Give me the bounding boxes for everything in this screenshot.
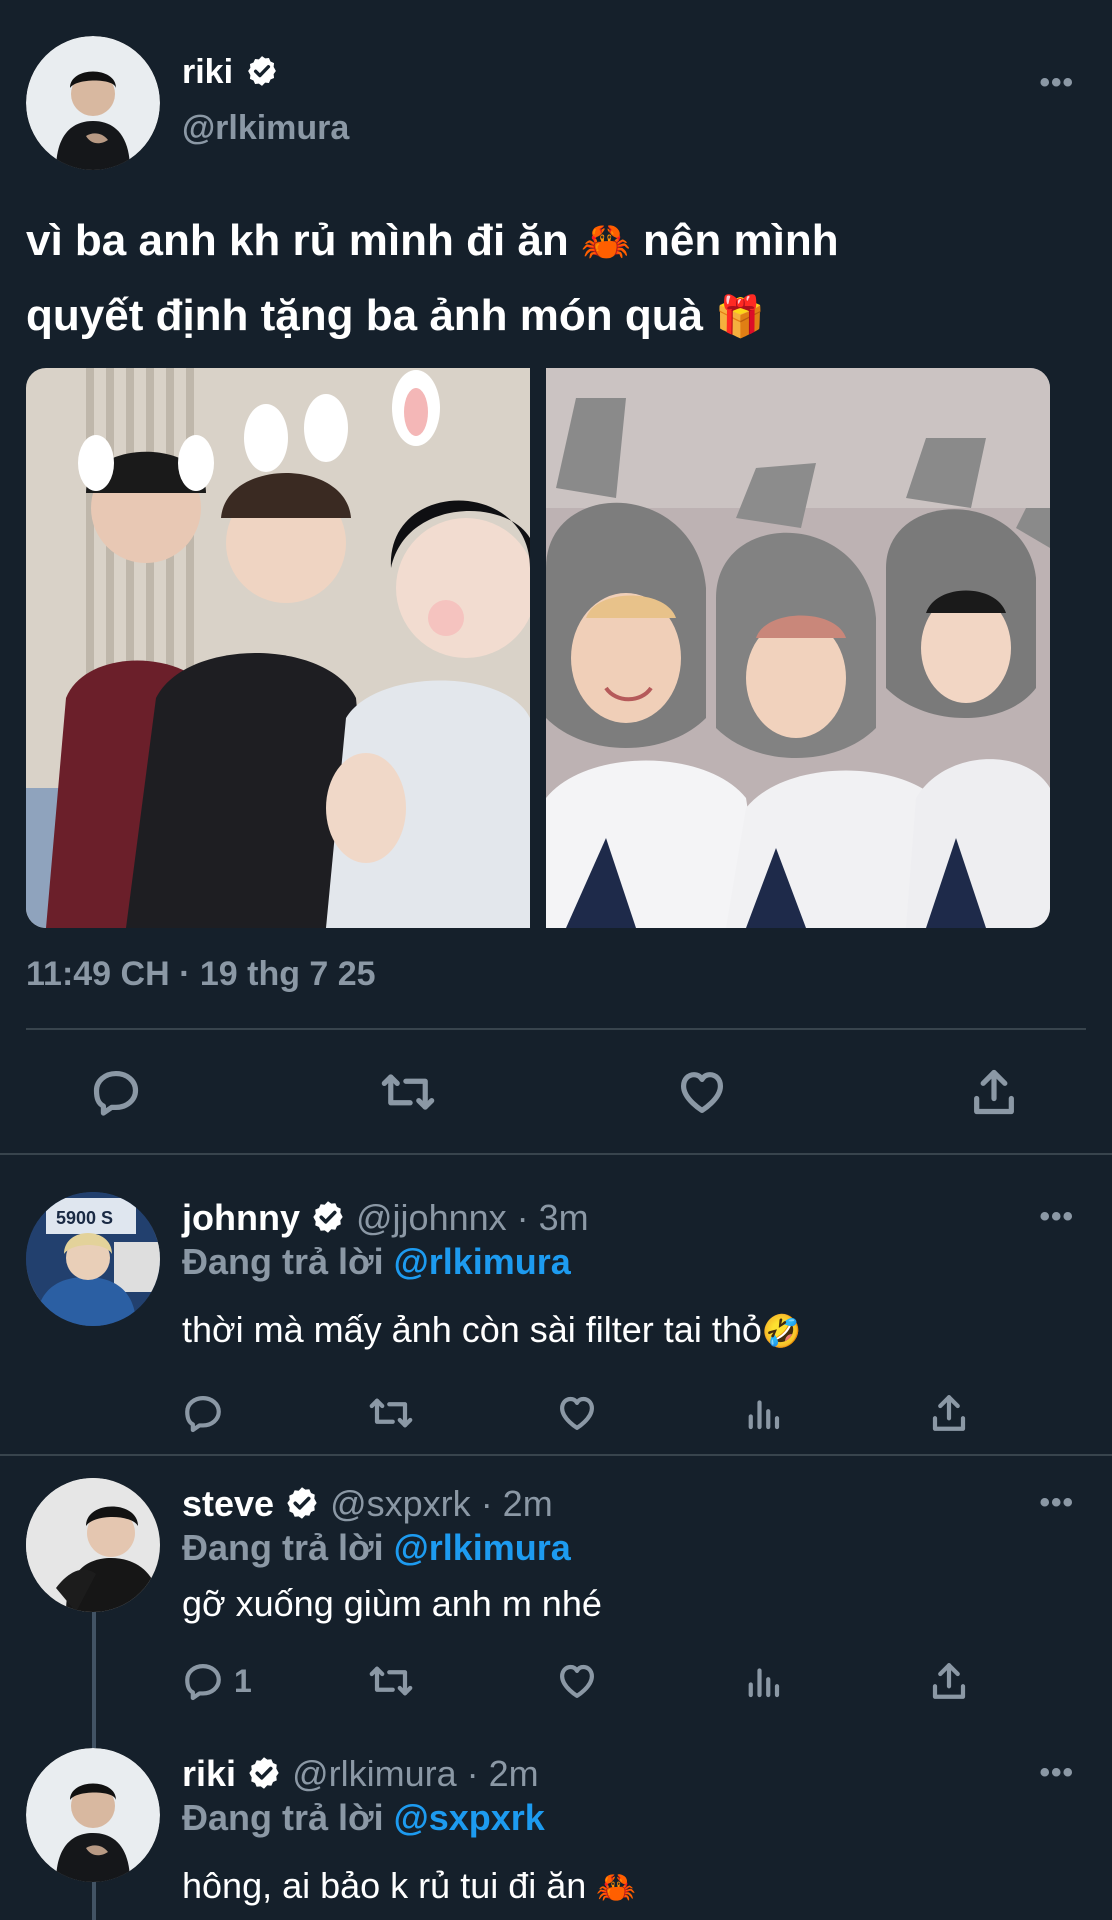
avatar[interactable] (26, 1748, 160, 1882)
tweet-photo-2[interactable] (546, 368, 1050, 928)
svg-text:5900 S: 5900 S (56, 1208, 113, 1228)
more-options-button[interactable]: ••• (1039, 68, 1074, 98)
analytics-icon[interactable] (742, 1660, 784, 1702)
share-icon[interactable] (928, 1392, 970, 1434)
tweet-text-line1-end: nên mình (643, 216, 839, 265)
replying-to-label: Đang trả lời (182, 1527, 384, 1568)
avatar[interactable]: 5900 S (26, 1192, 160, 1326)
more-options-button[interactable]: ••• (1039, 1488, 1074, 1518)
tweet-text: vì ba anh kh rủ mình đi ăn 🦀 nên mình qu… (26, 204, 1086, 354)
divider (26, 1028, 1086, 1030)
author-name[interactable]: riki (182, 53, 233, 91)
verified-badge-icon (287, 1487, 317, 1520)
reply-author-name[interactable]: riki (182, 1753, 236, 1794)
gift-emoji: 🎁 (715, 295, 766, 339)
tweet-text-line2: quyết định tặng ba ảnh món quà (26, 291, 704, 340)
reply-icon[interactable] (182, 1660, 224, 1702)
crab-emoji: 🦀 (580, 220, 631, 264)
retweet-icon[interactable] (380, 1066, 436, 1118)
reply-author-name[interactable]: steve (182, 1483, 274, 1524)
reply-time[interactable]: · 3m (517, 1197, 589, 1238)
reply-icon[interactable] (90, 1066, 142, 1118)
reply-time[interactable]: · 2m (481, 1483, 553, 1524)
reply-author-handle[interactable]: @rlkimura (292, 1753, 457, 1794)
reply-divider (0, 1454, 1112, 1456)
tweet-divider (0, 1153, 1112, 1155)
avatar[interactable] (26, 1478, 160, 1612)
share-icon[interactable] (968, 1066, 1020, 1118)
reply-author-handle[interactable]: @jjohnnx (356, 1197, 507, 1238)
replying-to-handle[interactable]: @rlkimura (394, 1241, 571, 1282)
heart-icon[interactable] (676, 1066, 728, 1118)
replying-to-label: Đang trả lời (182, 1241, 384, 1282)
share-icon[interactable] (928, 1660, 970, 1702)
reply-icon[interactable] (182, 1392, 224, 1434)
crab-emoji: 🦀 (596, 1869, 637, 1905)
photo-1-image (26, 368, 530, 928)
verified-badge-icon (313, 1201, 343, 1234)
replying-to-handle[interactable]: @rlkimura (394, 1527, 571, 1568)
avatar-image (26, 36, 160, 170)
tweet-text-line1: vì ba anh kh rủ mình đi ăn (26, 216, 569, 265)
rofl-emoji: 🤣 (761, 1313, 802, 1349)
replying-to-label: Đang trả lời (182, 1797, 384, 1838)
reply-count: 1 (234, 1663, 252, 1699)
avatar-image (26, 1478, 160, 1612)
heart-icon[interactable] (556, 1660, 598, 1702)
tweet-photo-1[interactable] (26, 368, 530, 928)
avatar-image (26, 1748, 160, 1882)
author-handle[interactable]: @rlkimura (182, 108, 349, 148)
verified-badge-icon (247, 56, 276, 86)
replying-to-handle[interactable]: @sxpxrk (394, 1797, 545, 1838)
retweet-icon[interactable] (368, 1392, 414, 1434)
more-options-button[interactable]: ••• (1039, 1202, 1074, 1232)
reply-time[interactable]: · 2m (467, 1753, 539, 1794)
reply-author-name[interactable]: johnny (182, 1197, 300, 1238)
verified-badge-icon (249, 1757, 279, 1790)
heart-icon[interactable] (556, 1392, 598, 1434)
tweet-timestamp[interactable]: 11:49 CH · 19 thg 7 25 (26, 954, 376, 994)
avatar[interactable] (26, 36, 160, 170)
reply-author-handle[interactable]: @sxpxrk (330, 1483, 471, 1524)
reply-text: hông, ai bảo k rủ tui đi ăn (182, 1865, 587, 1906)
reply-text: gỡ xuống giùm anh m nhé (182, 1583, 602, 1624)
retweet-icon[interactable] (368, 1660, 414, 1702)
photo-2-image (546, 368, 1050, 928)
more-options-button[interactable]: ••• (1039, 1758, 1074, 1788)
analytics-icon[interactable] (742, 1392, 784, 1434)
reply-text: thời mà mấy ảnh còn sài filter tai thỏ (182, 1309, 762, 1350)
avatar-image: 5900 S (26, 1192, 160, 1326)
